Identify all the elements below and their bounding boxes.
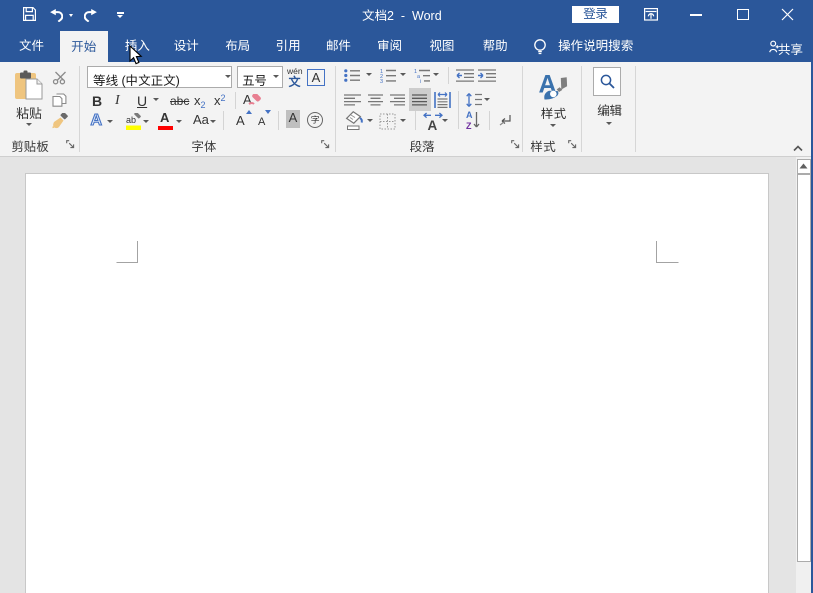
svg-text:Z: Z [466, 121, 472, 131]
svg-text:i: i [420, 79, 421, 83]
svg-text:ab: ab [126, 115, 136, 125]
svg-text:A: A [91, 112, 103, 127]
svg-text:3: 3 [380, 79, 383, 83]
svg-text:A: A [466, 110, 473, 120]
svg-text:A: A [428, 118, 438, 131]
